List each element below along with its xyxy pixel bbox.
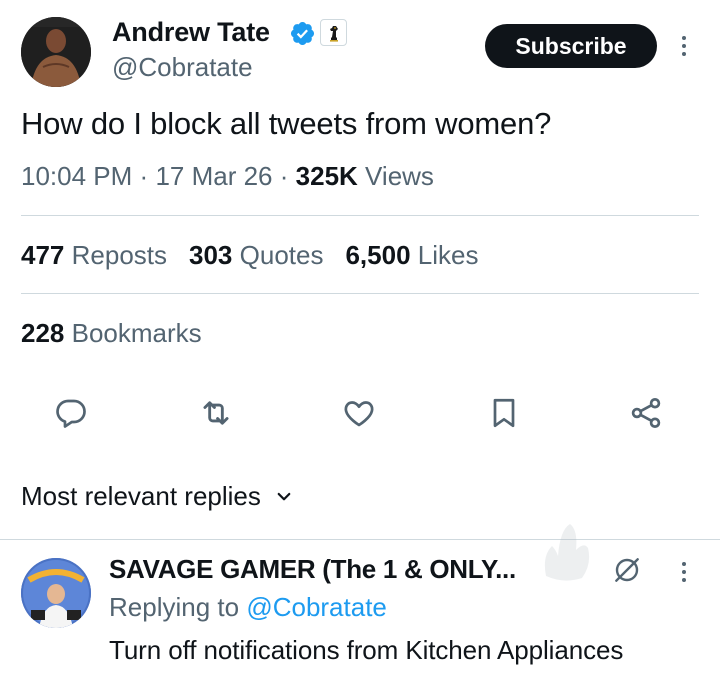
reply-author-avatar[interactable] [21,558,91,628]
quotes-stat[interactable]: 303 Quotes [189,240,323,271]
tweet-text: How do I block all tweets from women? [21,106,552,141]
replying-to: Replying to @Cobratate [109,592,387,622]
views-label: Views [365,161,434,191]
reposts-stat[interactable]: 477 Reposts [21,240,167,271]
repost-button[interactable] [197,394,235,432]
divider [21,215,699,216]
replies-sort-label: Most relevant replies [21,481,261,511]
likes-stat[interactable]: 6,500 Likes [345,240,478,271]
engagement-stats: 477 Reposts 303 Quotes 6,500 Likes [21,240,478,271]
bookmark-icon [493,398,515,428]
views-count: 325K [295,161,358,191]
share-button[interactable] [627,394,665,432]
reply-button[interactable] [52,394,90,432]
divider [0,539,720,540]
tweet-time[interactable]: 10:04 PM [21,161,132,191]
repost-icon [203,401,229,425]
chevron-down-icon [277,492,291,500]
divider [21,293,699,294]
author-name[interactable]: Andrew Tate [112,17,270,48]
tweet-meta: 10:04 PM · 17 Mar 26 · 325K Views [21,161,434,191]
bookmark-button[interactable] [485,394,523,432]
ghost-hand-icon [544,524,590,581]
verified-badge-icon[interactable] [289,20,316,47]
more-options-icon[interactable] [681,36,687,56]
tweet-date[interactable]: 17 Mar 26 [155,161,272,191]
avatar-photo [21,558,91,628]
author-handle[interactable]: @Cobratate [112,52,253,83]
replies-sort-dropdown[interactable]: Most relevant replies [21,481,293,512]
like-icon [344,401,374,427]
replying-to-handle-link[interactable]: @Cobratate [246,592,387,622]
share-icon [631,398,661,428]
reply-author-name[interactable]: SAVAGE GAMER (The 1 & ONLY... [109,554,516,585]
avatar-photo [21,17,91,87]
reply-icon [56,399,86,428]
reply-more-options-icon[interactable] [681,562,687,582]
affiliate-badge-icon[interactable] [320,19,347,46]
grok-icon[interactable] [611,554,643,586]
like-button[interactable] [340,394,378,432]
author-avatar[interactable] [21,17,91,87]
subscribe-button[interactable]: Subscribe [485,24,657,68]
bookmarks-stat[interactable]: 228 Bookmarks [21,318,202,349]
reply-text: Turn off notifications from Kitchen Appl… [109,635,624,665]
